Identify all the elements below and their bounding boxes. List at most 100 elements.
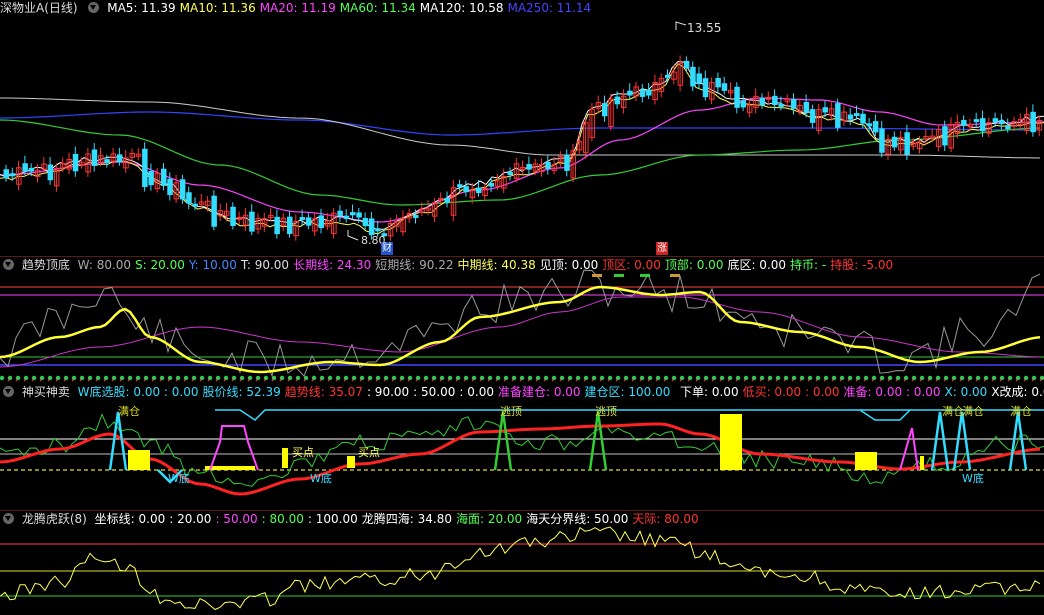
dropdown-icon[interactable]	[88, 2, 100, 13]
signal-dash	[255, 378, 259, 381]
candle-body	[639, 89, 646, 97]
candle-body	[973, 119, 980, 123]
indicator-value: W底选股: 0.00 : 0.00	[77, 385, 199, 399]
signal-dash	[279, 378, 283, 381]
main-chart-canvas[interactable]	[0, 0, 1044, 256]
god-buy-sell-panel[interactable]: 满仓 逃顶 逃顶 满仓 满仓 满仓 买点 买点 W底 W底 W底 神买神卖 W底选股: 0.00 :…	[0, 384, 1044, 508]
candle-body	[368, 218, 375, 236]
escape-top-label: 逃顶	[500, 405, 522, 418]
signal-dash	[471, 378, 475, 381]
candle-body	[980, 118, 986, 132]
indicator-value: X: 0.00	[944, 385, 988, 399]
indicator-value: 短期线: 90.22	[375, 258, 454, 272]
dragon-line	[0, 526, 1041, 611]
full-position-label: 满仓	[1010, 404, 1032, 418]
signal-mark	[592, 274, 602, 277]
buy-point-label: 买点	[358, 446, 380, 459]
trend-chart-canvas[interactable]	[0, 257, 1044, 381]
signal-dash	[527, 378, 531, 381]
ma-value: MA250: 11.14	[507, 1, 592, 15]
signal-bar	[347, 456, 355, 468]
indicator-value: 中期线: 40.38	[457, 258, 536, 272]
candle-body	[854, 113, 860, 117]
signal-dash	[127, 378, 131, 381]
signal-dash	[319, 378, 323, 381]
signal-mark	[614, 274, 624, 277]
candle-body	[998, 120, 1005, 125]
signal-dash	[951, 378, 955, 381]
signal-dash	[879, 378, 883, 381]
signal-dash	[967, 378, 971, 381]
signal-dash	[287, 378, 291, 381]
signal-dash	[399, 378, 403, 381]
ma-value: MA60: 11.34	[339, 1, 416, 15]
signal-dash	[775, 378, 779, 381]
signal-dash	[559, 378, 563, 381]
signal-dash	[919, 378, 923, 381]
dropdown-icon[interactable]	[3, 513, 14, 524]
candle-body	[230, 206, 236, 226]
trend-top-bottom-panel[interactable]: 趋势顶底 W: 80.00 S: 20.00 Y: 10.00 T: 90.00 长期线…	[0, 257, 1044, 381]
signal-dash	[359, 378, 363, 381]
signal-dash	[983, 378, 987, 381]
signal-dash	[623, 378, 627, 381]
candle-body	[413, 214, 419, 218]
signal-dash	[87, 378, 91, 381]
indicator-title: 龙腾虎跃(8)	[21, 512, 87, 526]
dropdown-icon[interactable]	[3, 386, 14, 397]
candle-body	[866, 123, 873, 127]
candle-body	[702, 78, 709, 98]
candle-body	[791, 98, 797, 109]
main-chart-panel[interactable]: 深物业A(日线) MA5: 11.39 MA10: 11.36 MA20: 11.1…	[0, 0, 1044, 256]
high-marker	[675, 21, 687, 30]
candle-body	[847, 114, 854, 120]
full-position-label: 满仓	[942, 404, 964, 418]
signal-dash	[79, 378, 83, 381]
candle-body	[507, 172, 513, 176]
signal-dash	[95, 378, 99, 381]
signal-dash	[703, 378, 707, 381]
buy-sell-chart-canvas[interactable]: 满仓 逃顶 逃顶 满仓满仓 满仓买点 买点W底 W底 W底	[0, 384, 1044, 508]
candle-body	[696, 73, 702, 84]
signal-dash	[119, 378, 123, 381]
signal-dash	[231, 378, 235, 381]
candle-body	[211, 195, 217, 227]
indicator-value: S: 20.00	[135, 258, 185, 272]
candle-body	[803, 101, 810, 113]
dragon-tiger-panel[interactable]: 龙腾虎跃(8) 坐标线: 0.00: 20.00: 50.00: 80.00: …	[0, 511, 1044, 615]
signal-dash	[199, 378, 203, 381]
main-chart-header: 深物业A(日线) MA5: 11.39 MA10: 11.36 MA20: 11.1…	[0, 0, 599, 16]
candle-body	[249, 211, 255, 232]
dropdown-icon[interactable]	[3, 259, 14, 270]
signal-dash	[887, 378, 891, 381]
signal-dash	[1007, 378, 1011, 381]
signal-dash	[615, 378, 619, 381]
candle-body	[942, 126, 948, 146]
indicator-value: : 80.00	[261, 512, 304, 526]
indicator-value: X改成: 0.00	[991, 385, 1044, 399]
signal-dash	[55, 378, 59, 381]
signal-dash	[631, 378, 635, 381]
signal-spike	[930, 411, 950, 471]
candle-body	[809, 109, 816, 123]
prepare-shape	[209, 425, 259, 471]
candle-body	[337, 210, 343, 217]
indicator-value: 股价线: 52.39	[202, 385, 281, 399]
signal-bar	[205, 466, 255, 470]
signal-dash	[15, 378, 19, 381]
signal-dash	[863, 378, 867, 381]
signal-dash	[575, 378, 579, 381]
candle-body	[545, 161, 551, 170]
finance-badge[interactable]: 财	[381, 242, 393, 255]
limit-up-badge[interactable]: 涨	[656, 242, 668, 255]
signal-dash	[143, 378, 147, 381]
mid-term-line	[0, 285, 1041, 374]
signal-dash	[815, 378, 819, 381]
indicator-value: 准备建仓: 0.00	[497, 385, 581, 399]
candle-body	[356, 212, 362, 218]
candle-body	[734, 86, 740, 108]
signal-dash	[503, 378, 507, 381]
signal-dot	[0, 375, 5, 381]
trend-header: 趋势顶底 W: 80.00 S: 20.00 Y: 10.00 T: 90.00 长期线…	[0, 257, 901, 273]
indicator-value: 顶区: 0.00	[602, 258, 661, 272]
